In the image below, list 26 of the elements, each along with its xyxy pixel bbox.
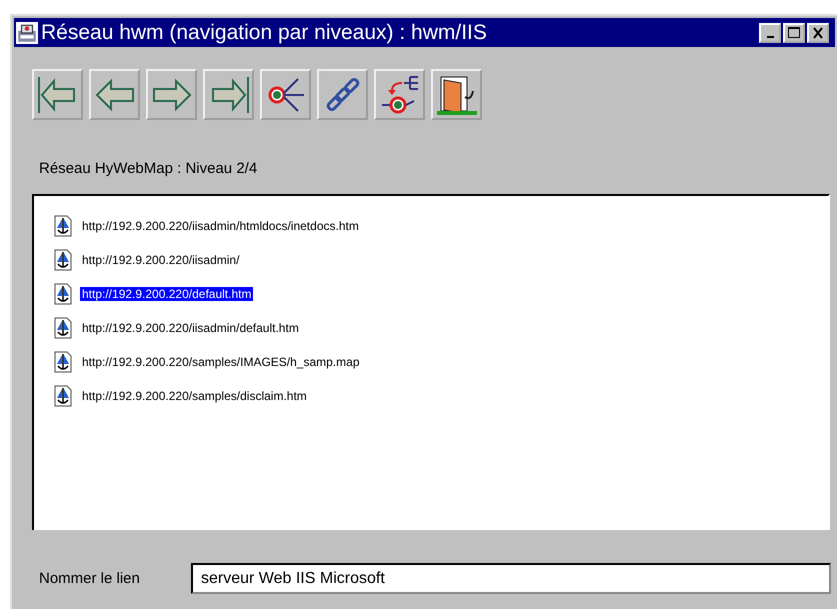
link-item[interactable]: http://192.9.200.220/iisadmin/default.htm xyxy=(80,320,301,334)
maximize-button[interactable] xyxy=(783,22,805,42)
web-document-icon xyxy=(54,248,72,270)
link-item[interactable]: http://192.9.200.220/iisadmin/htmldocs/inetdocs.htm xyxy=(80,218,361,232)
field-label: Nommer le lien xyxy=(38,570,141,587)
toolbar-button[interactable] xyxy=(317,69,368,120)
link-item[interactable]: http://192.9.200.220/default.htm xyxy=(80,286,254,300)
toolbar-button[interactable] xyxy=(374,69,425,120)
toolbar-button[interactable] xyxy=(431,69,482,120)
minimize-icon xyxy=(766,36,774,38)
maximize-icon xyxy=(786,26,802,40)
web-document-icon xyxy=(54,214,72,236)
web-document-icon xyxy=(54,316,72,338)
web-document-icon xyxy=(54,384,72,406)
link-name-field[interactable]: serveur Web IIS Microsoft xyxy=(191,563,831,594)
close-button[interactable] xyxy=(807,22,829,42)
app-icon xyxy=(16,22,38,44)
window-title: Réseau hwm (navigation par niveaux) : hwm/IIS xyxy=(41,20,488,44)
link-item[interactable]: http://192.9.200.220/samples/disclaim.htm xyxy=(80,388,309,402)
link-item[interactable]: http://192.9.200.220/samples/IMAGES/h_samp.map xyxy=(80,354,362,368)
level-label: Réseau HyWebMap : Niveau 2/4 xyxy=(39,160,258,179)
toolbar-button[interactable] xyxy=(260,69,311,120)
minimize-button[interactable] xyxy=(759,22,781,42)
web-document-icon xyxy=(54,282,72,304)
link-item[interactable]: http://192.9.200.220/iisadmin/ xyxy=(80,252,242,266)
web-document-icon xyxy=(54,350,72,372)
